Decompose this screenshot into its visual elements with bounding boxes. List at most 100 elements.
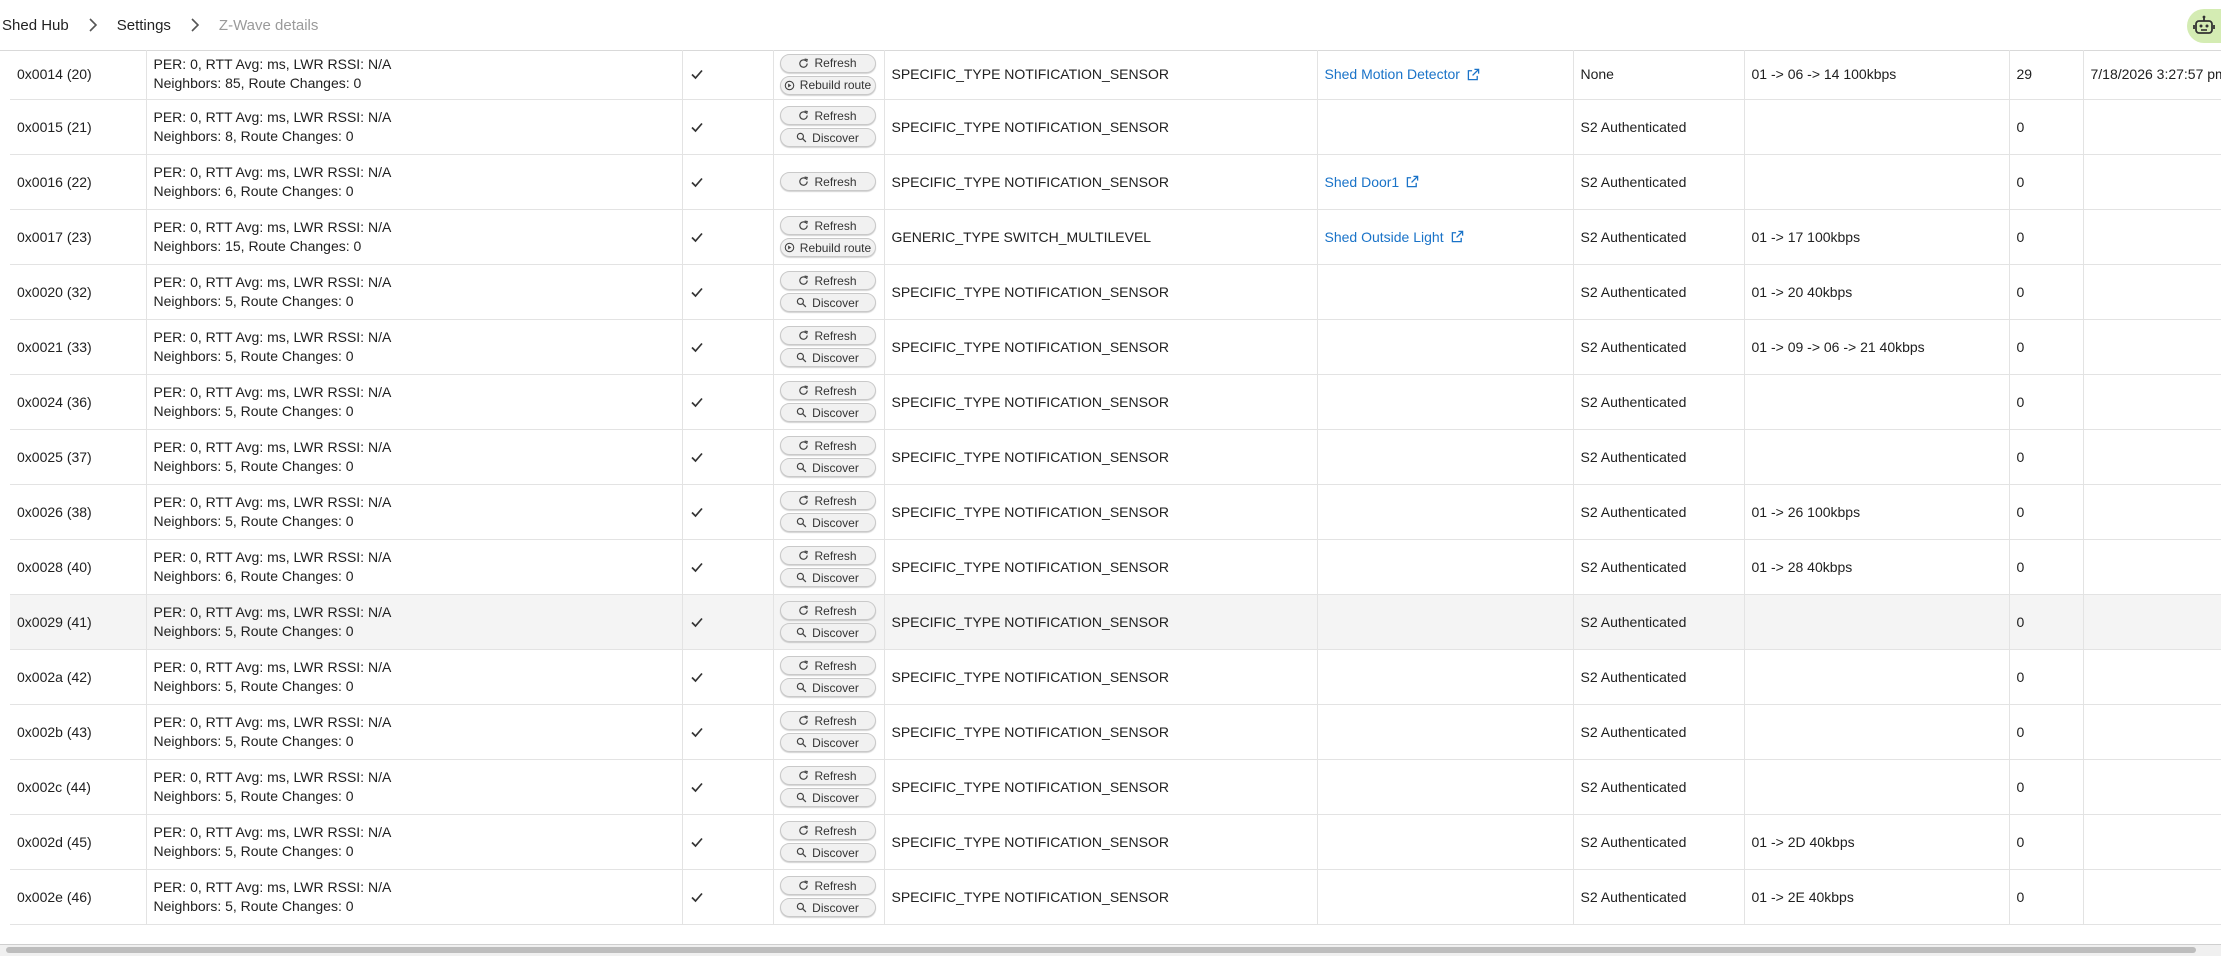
breadcrumb-settings[interactable]: Settings <box>117 17 171 34</box>
search-icon <box>796 737 807 748</box>
refresh-button[interactable]: Refresh <box>779 711 876 730</box>
discover-button[interactable]: Discover <box>779 403 876 422</box>
route-cell: 01 -> 17 100kbps <box>1744 209 2010 265</box>
route-cell: 01 -> 06 -> 14 100kbps <box>1744 50 2010 100</box>
breadcrumb: Shed Hub Settings Z-Wave details <box>0 15 318 35</box>
discover-button[interactable]: Discover <box>779 348 876 367</box>
security-cell: S2 Authenticated <box>1573 264 1745 320</box>
device-link[interactable]: Shed Door1 <box>1325 174 1420 190</box>
device-link[interactable]: Shed Outside Light <box>1325 229 1464 245</box>
actions-cell: Refresh Discover <box>773 594 885 650</box>
refresh-button[interactable]: Refresh <box>779 656 876 675</box>
table-row: 0x002a (42) PER: 0, RTT Avg: ms, LWR RSSI… <box>10 649 2221 705</box>
horizontal-scrollbar[interactable] <box>0 944 2221 956</box>
rebuild-route-button[interactable]: Rebuild route <box>779 75 876 95</box>
status-cell <box>682 429 774 485</box>
status-cell <box>682 374 774 430</box>
refresh-button[interactable]: Refresh <box>779 381 876 400</box>
refresh-button[interactable]: Refresh <box>779 491 876 510</box>
refresh-button[interactable]: Refresh <box>779 216 876 235</box>
node-stats: PER: 0, RTT Avg: ms, LWR RSSI: N/A Neighb… <box>146 99 683 155</box>
status-cell <box>682 484 774 540</box>
table-row: 0x0016 (22) PER: 0, RTT Avg: ms, LWR RSSI… <box>10 154 2221 210</box>
discover-button[interactable]: Discover <box>779 513 876 532</box>
node-stats: PER: 0, RTT Avg: ms, LWR RSSI: N/A Neighb… <box>146 264 683 320</box>
assistant-robot-button[interactable] <box>2187 9 2221 43</box>
table-row: 0x0026 (38) PER: 0, RTT Avg: ms, LWR RSSI… <box>10 484 2221 540</box>
refresh-button[interactable]: Refresh <box>779 436 876 455</box>
refresh-button[interactable]: Refresh <box>779 766 876 785</box>
refresh-button[interactable]: Refresh <box>779 546 876 565</box>
route-cell <box>1744 704 2010 760</box>
device-name-cell <box>1317 539 1574 595</box>
status-cell <box>682 99 774 155</box>
last-seen-cell <box>2083 649 2221 705</box>
discover-button[interactable]: Discover <box>779 568 876 587</box>
refresh-button[interactable]: Refresh <box>779 271 876 290</box>
last-seen-cell: 7/18/2026 3:27:57 pm <box>2083 50 2221 100</box>
actions-cell: Refresh Discover <box>773 484 885 540</box>
node-stats: PER: 0, RTT Avg: ms, LWR RSSI: N/A Neighb… <box>146 814 683 870</box>
status-cell <box>682 264 774 320</box>
refresh-button[interactable]: Refresh <box>779 172 876 191</box>
security-cell: S2 Authenticated <box>1573 484 1745 540</box>
refresh-button[interactable]: Refresh <box>779 106 876 125</box>
scrollbar-thumb[interactable] <box>6 947 2196 953</box>
rebuild-route-button[interactable]: Rebuild route <box>779 238 876 257</box>
node-id: 0x002d (45) <box>10 814 147 870</box>
breadcrumb-shed-hub[interactable]: Shed Hub <box>2 17 69 34</box>
device-link[interactable]: Shed Motion Detector <box>1325 66 1480 82</box>
search-icon <box>796 627 807 638</box>
refresh-icon <box>799 176 809 186</box>
security-cell: S2 Authenticated <box>1573 539 1745 595</box>
last-seen-cell <box>2083 539 2221 595</box>
refresh-icon <box>799 550 809 560</box>
refresh-button[interactable]: Refresh <box>779 876 876 895</box>
node-stats: PER: 0, RTT Avg: ms, LWR RSSI: N/A Neighb… <box>146 209 683 265</box>
refresh-button[interactable]: Refresh <box>779 821 876 840</box>
discover-button[interactable]: Discover <box>779 458 876 477</box>
discover-button[interactable]: Discover <box>779 898 876 917</box>
node-id: 0x002e (46) <box>10 869 147 925</box>
search-icon <box>796 132 807 143</box>
device-type: SPECIFIC_TYPE NOTIFICATION_SENSOR <box>884 154 1318 210</box>
node-stats: PER: 0, RTT Avg: ms, LWR RSSI: N/A Neighb… <box>146 429 683 485</box>
security-cell: S2 Authenticated <box>1573 759 1745 815</box>
discover-button[interactable]: Discover <box>779 843 876 862</box>
refresh-icon <box>799 110 809 120</box>
refresh-button[interactable]: Refresh <box>779 601 876 620</box>
refresh-button[interactable]: Refresh <box>779 326 876 345</box>
security-cell: S2 Authenticated <box>1573 814 1745 870</box>
count-cell: 0 <box>2009 594 2084 650</box>
discover-button[interactable]: Discover <box>779 623 876 642</box>
discover-button[interactable]: Discover <box>779 293 876 312</box>
discover-button[interactable]: Discover <box>779 678 876 697</box>
device-type: SPECIFIC_TYPE NOTIFICATION_SENSOR <box>884 484 1318 540</box>
table-body: 0x0014 (20) PER: 0, RTT Avg: ms, LWR RSSI… <box>10 50 2221 925</box>
check-icon <box>690 232 703 242</box>
actions-cell: Refresh Discover <box>773 429 885 485</box>
check-icon <box>690 452 703 462</box>
last-seen-cell <box>2083 99 2221 155</box>
node-id: 0x002b (43) <box>10 704 147 760</box>
refresh-icon <box>799 605 809 615</box>
chevron-right-icon <box>191 18 200 32</box>
check-icon <box>690 892 703 902</box>
discover-button[interactable]: Discover <box>779 788 876 807</box>
zwave-details-table: 0x0014 (20) PER: 0, RTT Avg: ms, LWR RSSI… <box>10 50 2221 932</box>
security-cell: S2 Authenticated <box>1573 429 1745 485</box>
device-name-cell: Shed Motion Detector <box>1317 50 1574 100</box>
count-cell: 0 <box>2009 704 2084 760</box>
device-name-cell <box>1317 319 1574 375</box>
last-seen-cell <box>2083 869 2221 925</box>
refresh-button[interactable]: Refresh <box>779 53 876 73</box>
discover-button[interactable]: Discover <box>779 128 876 147</box>
device-name-cell <box>1317 814 1574 870</box>
rebuild-route-icon <box>784 80 795 91</box>
device-type: SPECIFIC_TYPE NOTIFICATION_SENSOR <box>884 759 1318 815</box>
discover-button[interactable]: Discover <box>779 733 876 752</box>
check-icon <box>690 342 703 352</box>
status-cell <box>682 759 774 815</box>
actions-cell: Refresh Rebuild route <box>773 209 885 265</box>
security-cell: S2 Authenticated <box>1573 209 1745 265</box>
